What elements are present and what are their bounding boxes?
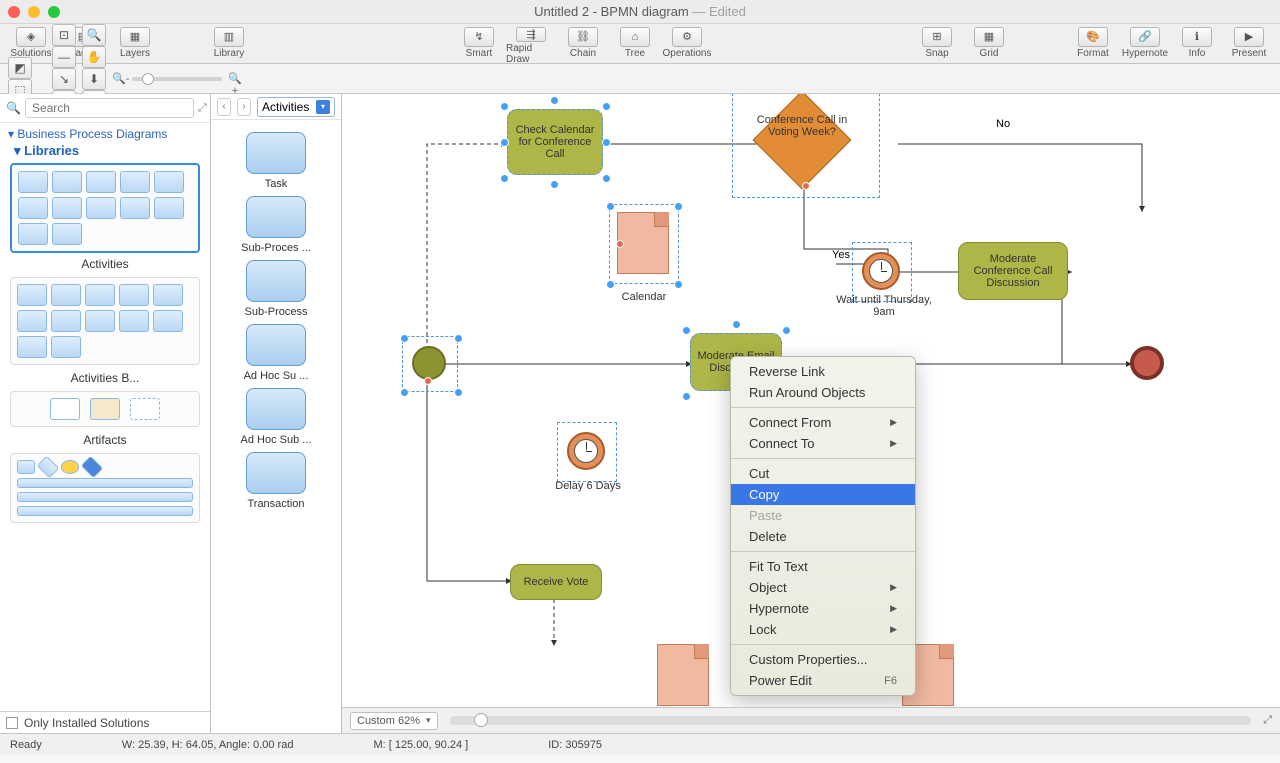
label-no: No <box>996 118 1010 130</box>
menu-power-edit[interactable]: Power EditF6 <box>731 670 915 691</box>
task-receive-vote[interactable]: Receive Vote <box>510 564 602 600</box>
shape-task[interactable]: Task <box>211 132 341 190</box>
tool-button[interactable]: ✋ <box>82 46 106 68</box>
titlebar: Untitled 2 - BPMN diagram — Edited <box>0 0 1280 24</box>
zoom-bar: Custom 62%▾ ⤢ <box>342 707 1280 733</box>
shape-transaction[interactable]: Transaction <box>211 452 341 510</box>
search-icon: 🔍 <box>6 101 21 115</box>
tb-grid[interactable]: ▦Grid <box>964 25 1014 63</box>
window-title: Untitled 2 - BPMN diagram — Edited <box>0 4 1280 19</box>
checkbox-icon[interactable] <box>6 717 18 729</box>
library-activities-b[interactable] <box>10 277 200 365</box>
section-business-process[interactable]: ▾ Business Process Diagrams <box>8 127 202 141</box>
menu-delete[interactable]: Delete <box>731 526 915 547</box>
library-more[interactable] <box>10 453 200 523</box>
tb-present[interactable]: ▶Present <box>1224 25 1274 63</box>
tool-button[interactable]: — <box>52 46 76 68</box>
tb-hypernote[interactable]: 🔗Hypernote <box>1120 25 1170 63</box>
canvas-wrap: Check Calendar for Conference Call Confe… <box>342 94 1280 733</box>
tool-button[interactable]: 🔍 <box>82 24 106 46</box>
library-label: Activities <box>8 257 202 271</box>
library-icon: ▥ <box>214 27 244 47</box>
end-event[interactable] <box>1130 346 1164 380</box>
main-toolbar: ◈Solutions▤Pages▦Layers ▥ Library ↯Smart… <box>0 24 1280 64</box>
status-id: ID: 305975 <box>548 739 602 751</box>
menu-hypernote[interactable]: Hypernote <box>731 598 915 619</box>
tool-button[interactable]: ⬇ <box>82 68 106 90</box>
shape-sub-proces-[interactable]: Sub-Proces ... <box>211 196 341 254</box>
tb-snap[interactable]: ⊞Snap <box>912 25 962 63</box>
menu-fit-to-text[interactable]: Fit To Text <box>731 556 915 577</box>
shape-category-select[interactable]: Activities▾ <box>257 97 335 117</box>
forward-button[interactable]: › <box>237 98 251 116</box>
libraries-header[interactable]: ▾ Libraries <box>14 143 202 159</box>
label-yes: Yes <box>832 249 850 261</box>
library-activities[interactable] <box>10 163 200 253</box>
search-input[interactable] <box>25 98 194 118</box>
library-artifacts[interactable] <box>10 391 200 427</box>
timer-wait[interactable] <box>862 252 900 290</box>
menu-paste: Paste <box>731 505 915 526</box>
expand-icon[interactable]: ⤢ <box>198 102 207 115</box>
tb-info[interactable]: ℹInfo <box>1172 25 1222 63</box>
tool-button[interactable]: ◩ <box>8 57 32 79</box>
tb-smart[interactable]: ↯Smart <box>454 25 504 63</box>
timer-delay[interactable] <box>567 432 605 470</box>
content: 🔍 ⤢ ▾ Business Process Diagrams ▾ Librar… <box>0 94 1280 733</box>
zoom-slider[interactable]: 🔍-🔍+ <box>112 72 242 86</box>
tb-rapid-draw[interactable]: ⇶Rapid Draw <box>506 25 556 63</box>
task-check-calendar[interactable]: Check Calendar for Conference Call <box>507 109 603 175</box>
menu-lock[interactable]: Lock <box>731 619 915 640</box>
tb-tree[interactable]: ⌂Tree <box>610 25 660 63</box>
expand-icon[interactable]: ⤢ <box>1263 714 1272 727</box>
solutions-panel: 🔍 ⤢ ▾ Business Process Diagrams ▾ Librar… <box>0 94 211 733</box>
shape-sub-process[interactable]: Sub-Process <box>211 260 341 318</box>
menu-connect-from[interactable]: Connect From <box>731 412 915 433</box>
tb-format[interactable]: 🎨Format <box>1068 25 1118 63</box>
shape-ad-hoc-su-[interactable]: Ad Hoc Su ... <box>211 324 341 382</box>
tool-button[interactable]: ↘ <box>52 68 76 90</box>
shape-panel: ‹ › Activities▾ Task Sub-Proces ... Sub-Pr… <box>211 94 342 733</box>
menu-copy[interactable]: Copy <box>731 484 915 505</box>
data-object-vote[interactable] <box>657 644 709 706</box>
menu-reverse-link[interactable]: Reverse Link <box>731 361 915 382</box>
zoom-select[interactable]: Custom 62%▾ <box>350 712 438 730</box>
menu-custom-properties-[interactable]: Custom Properties... <box>731 649 915 670</box>
menu-object[interactable]: Object <box>731 577 915 598</box>
label-calendar: Calendar <box>608 291 680 303</box>
menu-run-around-objects[interactable]: Run Around Objects <box>731 382 915 403</box>
library-label: Activities B... <box>8 371 202 385</box>
status-m: M: [ 125.00, 90.24 ] <box>373 739 468 751</box>
task-moderate-cc[interactable]: Moderate Conference Call Discussion <box>958 242 1068 300</box>
status-ready: Ready <box>10 739 42 751</box>
back-button[interactable]: ‹ <box>217 98 231 116</box>
label-delay: Delay 6 Days <box>548 480 628 492</box>
tb-operations[interactable]: ⚙Operations <box>662 25 712 63</box>
status-wh: W: 25.39, H: 64.05, Angle: 0.00 rad <box>122 739 294 751</box>
label-wait: Wait until Thursday, 9am <box>836 294 932 318</box>
menu-connect-to[interactable]: Connect To <box>731 433 915 454</box>
tb-layers[interactable]: ▦Layers <box>110 25 160 63</box>
gateway-conference[interactable]: Conference Call in Voting Week? <box>742 94 862 190</box>
canvas[interactable]: Check Calendar for Conference Call Confe… <box>342 94 1280 707</box>
library-button[interactable]: ▥ Library <box>204 25 254 63</box>
shape-ad-hoc-sub-[interactable]: Ad Hoc Sub ... <box>211 388 341 446</box>
data-object-calendar[interactable] <box>617 212 669 274</box>
horizontal-scrollbar[interactable] <box>450 716 1252 725</box>
tb-chain[interactable]: ⛓Chain <box>558 25 608 63</box>
library-label: Artifacts <box>8 433 202 447</box>
menu-cut[interactable]: Cut <box>731 463 915 484</box>
only-installed-toggle[interactable]: Only Installed Solutions <box>0 711 210 733</box>
context-menu: Reverse LinkRun Around Objects Connect Fr… <box>730 356 916 696</box>
sub-toolbar: ◩⬚ ▭◯AT⊡—↘⤳✎✏⤡⟲⤢ 🔍✋⬇💧✦ 🔍-🔍+ <box>0 64 1280 94</box>
tool-button[interactable]: ⊡ <box>52 24 76 46</box>
start-event[interactable] <box>412 346 446 380</box>
status-bar: Ready W: 25.39, H: 64.05, Angle: 0.00 ra… <box>0 733 1280 755</box>
